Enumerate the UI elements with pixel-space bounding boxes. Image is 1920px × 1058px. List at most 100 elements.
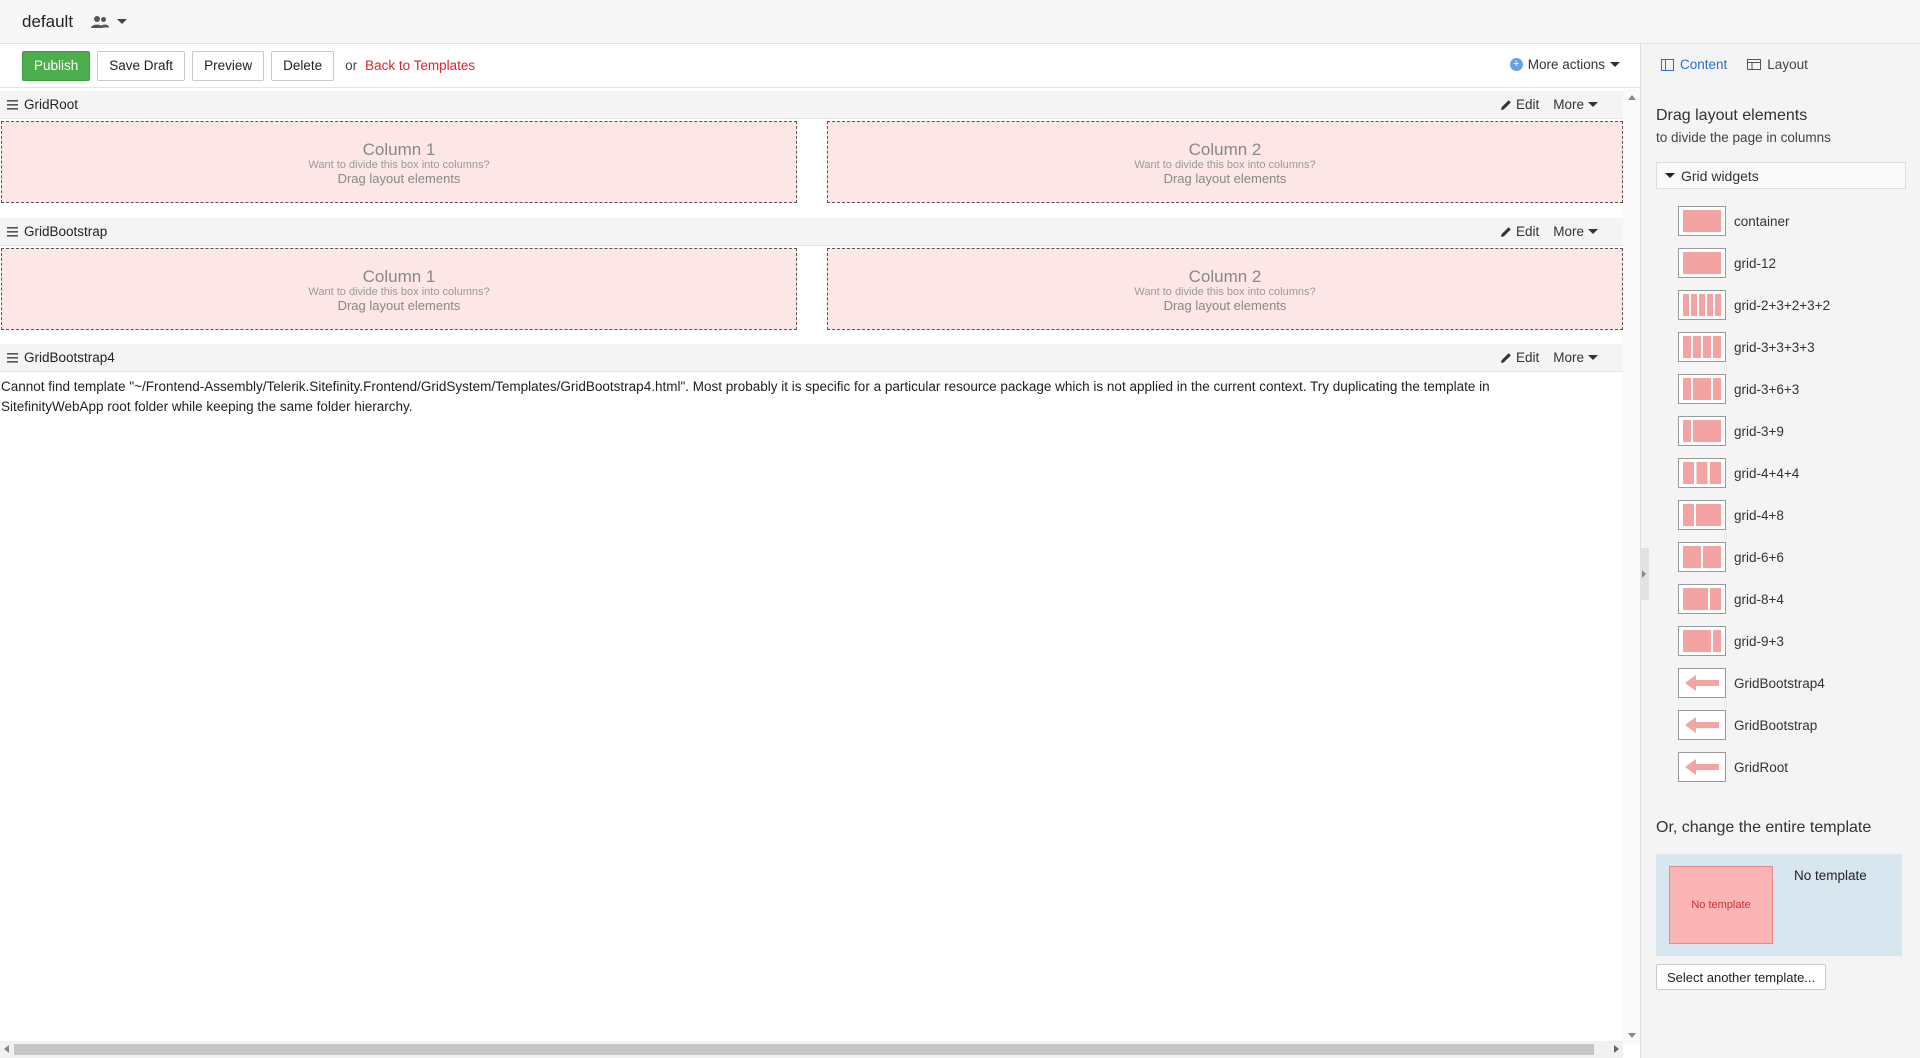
more-menu-button[interactable]: More (1553, 224, 1598, 239)
widget-item-grid-4-8[interactable]: grid-4+8 (1678, 494, 1908, 536)
grid-3-6-3-icon (1678, 374, 1726, 404)
chevron-down-icon[interactable] (117, 19, 128, 24)
scroll-right-icon[interactable] (1614, 1045, 1619, 1053)
scroll-up-icon[interactable] (1628, 95, 1636, 100)
widget-item-gridroot[interactable]: GridRoot (1678, 746, 1908, 788)
drag-handle-icon[interactable] (7, 352, 18, 363)
tab-content-label: Content (1680, 57, 1728, 72)
tab-content[interactable]: Content (1661, 57, 1727, 72)
column-drag-text: Drag layout elements (1163, 171, 1287, 186)
widget-header-gridroot[interactable]: GridRoot Edit More (0, 91, 1623, 119)
layout-panel-icon (1747, 59, 1762, 70)
users-icon[interactable] (91, 15, 110, 29)
widget-item-container[interactable]: container (1678, 200, 1908, 242)
widget-item-grid-3-3-3-3[interactable]: grid-3+3+3+3 (1678, 326, 1908, 368)
widget-item-grid-12[interactable]: grid-12 (1678, 242, 1908, 284)
widget-label: GridBootstrap4 (1734, 675, 1825, 691)
more-label: More (1553, 97, 1584, 112)
widget-item-gridbootstrap4[interactable]: GridBootstrap4 (1678, 662, 1908, 704)
chevron-down-icon (1610, 62, 1620, 67)
preview-button[interactable]: Preview (192, 50, 265, 81)
side-panel: Content Layout Drag layout elements to d… (1640, 44, 1920, 1058)
widget-label: grid-3+3+3+3 (1734, 339, 1815, 355)
edit-button[interactable]: Edit (1516, 350, 1539, 365)
pencil-icon[interactable] (1500, 352, 1512, 364)
edit-button[interactable]: Edit (1516, 224, 1539, 239)
panel-tabs: Content Layout (1661, 57, 1828, 72)
group-label: Grid widgets (1681, 167, 1759, 184)
column-title: Column 2 (1188, 267, 1262, 286)
change-template-heading: Or, change the entire template (1656, 819, 1872, 836)
horizontal-scrollbar[interactable] (0, 1041, 1623, 1058)
widget-item-grid-8-4[interactable]: grid-8+4 (1678, 578, 1908, 620)
widget-title: GridBootstrap (24, 224, 108, 239)
grid-3-9-icon (1678, 416, 1726, 446)
widget-label: grid-3+9 (1734, 423, 1784, 439)
save-draft-button[interactable]: Save Draft (97, 50, 186, 81)
action-toolbar: Publish Save Draft Preview Delete or Bac… (0, 44, 1640, 88)
widget-header-gridbootstrap[interactable]: GridBootstrap Edit More (0, 218, 1623, 246)
scroll-down-icon[interactable] (1628, 1033, 1636, 1038)
grid-widget-list: container grid-12 grid-2+3+2+3+2 grid-3+… (1678, 200, 1908, 788)
vertical-scrollbar[interactable] (1623, 89, 1640, 1044)
widget-label: grid-4+8 (1734, 507, 1784, 523)
more-actions-menu[interactable]: + More actions (1509, 57, 1620, 72)
widget-label: grid-2+3+2+3+2 (1734, 297, 1831, 313)
page-title: default (22, 11, 74, 31)
scroll-left-icon[interactable] (4, 1045, 9, 1053)
drag-handle-icon[interactable] (7, 99, 18, 110)
layout-canvas: GridRoot Edit More Column 1 Want to divi… (0, 89, 1623, 1044)
widget-item-grid-4-4-4[interactable]: grid-4+4+4 (1678, 452, 1908, 494)
column-dropzone[interactable]: Column 2 Want to divide this box into co… (827, 121, 1623, 203)
widget-label: grid-9+3 (1734, 633, 1784, 649)
widget-item-grid-2-3-2-3-2[interactable]: grid-2+3+2+3+2 (1678, 284, 1908, 326)
pencil-icon[interactable] (1500, 226, 1512, 238)
grid-widgets-group-toggle[interactable]: Grid widgets (1656, 162, 1906, 189)
widget-title: GridRoot (24, 97, 79, 112)
pencil-icon[interactable] (1500, 99, 1512, 111)
grid-2-col-icon (1678, 542, 1726, 572)
drag-handle-icon[interactable] (7, 226, 18, 237)
widget-item-grid-3-9[interactable]: grid-3+9 (1678, 410, 1908, 452)
chevron-down-icon (1588, 355, 1598, 360)
column-dropzone[interactable]: Column 1 Want to divide this box into co… (1, 248, 797, 330)
template-thumbnail: No template (1669, 866, 1773, 944)
widget-label: grid-3+6+3 (1734, 381, 1800, 397)
column-dropzone[interactable]: Column 2 Want to divide this box into co… (827, 248, 1623, 330)
more-menu-button[interactable]: More (1553, 97, 1598, 112)
publish-button[interactable]: Publish (22, 50, 91, 81)
widget-item-grid-3-6-3[interactable]: grid-3+6+3 (1678, 368, 1908, 410)
chevron-down-icon (1588, 229, 1598, 234)
widget-item-grid-9-3[interactable]: grid-9+3 (1678, 620, 1908, 662)
widget-label: GridRoot (1734, 759, 1789, 775)
template-thumbnail-label: No template (1691, 899, 1751, 911)
column-dropzone[interactable]: Column 1 Want to divide this box into co… (1, 121, 797, 203)
panel-subheading: to divide the page in columns (1656, 130, 1831, 145)
widget-label: container (1734, 213, 1790, 229)
widget-label: grid-12 (1734, 255, 1777, 271)
widget-label: grid-8+4 (1734, 591, 1784, 607)
more-menu-button[interactable]: More (1553, 350, 1598, 365)
grid-full-icon (1678, 206, 1726, 236)
tab-layout[interactable]: Layout (1747, 57, 1808, 72)
scrollbar-thumb[interactable] (14, 1044, 1594, 1055)
arrow-left-icon (1678, 710, 1726, 740)
template-error-message: Cannot find template "~/Frontend-Assembl… (1, 379, 1490, 414)
grid-9-3-icon (1678, 626, 1726, 656)
widget-header-gridbootstrap4[interactable]: GridBootstrap4 Edit More (0, 344, 1623, 372)
widget-item-gridbootstrap[interactable]: GridBootstrap (1678, 704, 1908, 746)
arrow-left-icon (1678, 668, 1726, 698)
grid-8-4-icon (1678, 584, 1726, 614)
delete-button[interactable]: Delete (271, 50, 335, 81)
plus-circle-icon: + (1509, 58, 1523, 71)
edit-button[interactable]: Edit (1516, 97, 1539, 112)
grid-4-8-icon (1678, 500, 1726, 530)
select-another-template-button[interactable]: Select another template... (1656, 964, 1827, 990)
widget-item-grid-6-6[interactable]: grid-6+6 (1678, 536, 1908, 578)
grid-4-col-icon (1678, 332, 1726, 362)
top-bar: default (0, 0, 1920, 44)
back-to-templates-link[interactable]: Back to Templates (365, 58, 475, 73)
panel-collapse-handle[interactable] (1640, 548, 1649, 600)
column-title: Column 2 (1188, 140, 1262, 159)
widget-actions: Edit More (1500, 224, 1598, 239)
